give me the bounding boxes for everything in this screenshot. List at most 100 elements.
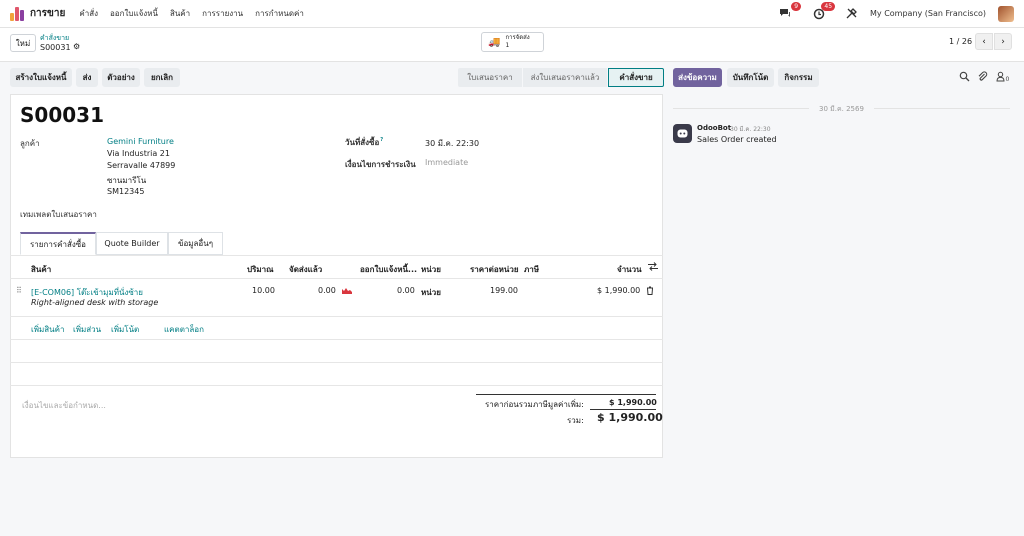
status-quotation[interactable]: ใบเสนอราคา — [458, 68, 522, 87]
menu-invoicing[interactable]: ออกใบแจ้งหนี้ — [110, 7, 158, 20]
status-sales-order[interactable]: คำสั่งขาย — [608, 68, 664, 87]
optional-columns-icon[interactable] — [648, 262, 658, 273]
customer-address-line-3: ซานมารีโน — [107, 176, 147, 185]
add-note-link[interactable]: เพิ่มโน้ต — [111, 323, 139, 336]
send-button[interactable]: ส่ง — [76, 68, 98, 87]
chatter-date-line-right — [874, 108, 1010, 109]
odoobot-avatar[interactable] — [673, 124, 692, 143]
top-navbar: การขาย คำสั่ง ออกใบแจ้งหนี้ สินค้า การรา… — [0, 0, 1024, 28]
add-product-link[interactable]: เพิ่มสินค้า — [31, 323, 64, 336]
col-quantity[interactable]: ปริมาณ — [247, 263, 274, 276]
menu-configuration[interactable]: การกำหนดค่า — [255, 7, 304, 20]
search-icon[interactable] — [959, 71, 970, 84]
line-uom[interactable]: หน่วย — [421, 286, 441, 299]
customer-link[interactable]: Gemini Furniture — [107, 137, 174, 146]
terms-input[interactable]: เงื่อนไขและข้อกำหนด... — [22, 399, 106, 412]
activities-badge: 45 — [821, 1, 836, 11]
messages-icon[interactable]: 9 — [778, 1, 802, 21]
customer-address-line-2: Serravalle 47899 — [107, 161, 176, 170]
breadcrumb-current: S00031 — [40, 43, 71, 52]
totals-divider — [590, 409, 656, 410]
payment-terms-field[interactable]: Immediate — [425, 158, 468, 167]
catalog-link[interactable]: แคตตาล็อก — [164, 323, 204, 336]
row-divider — [10, 316, 663, 317]
col-delivered[interactable]: จัดส่งแล้ว — [289, 263, 322, 276]
menu-reporting[interactable]: การรายงาน — [202, 7, 243, 20]
menu-products[interactable]: สินค้า — [170, 7, 190, 20]
delivery-smart-button[interactable]: 🚚 การจัดส่ง 1 — [481, 32, 544, 52]
messages-badge: 9 — [791, 1, 802, 11]
cancel-button[interactable]: ยกเลิก — [144, 68, 180, 87]
order-date-value[interactable]: 30 มี.ค. 22:30 — [425, 137, 479, 150]
col-amount[interactable]: จำนวน — [617, 263, 642, 276]
trash-icon[interactable] — [646, 286, 654, 297]
paperclip-icon[interactable] — [977, 71, 988, 84]
forecast-chart-icon[interactable] — [342, 287, 352, 296]
col-product[interactable]: สินค้า — [31, 263, 51, 276]
pager-previous-button[interactable]: ‹ — [975, 33, 993, 50]
payment-terms-label: เงื่อนไขการชำระเงิน — [345, 160, 416, 169]
totals-top-border — [476, 394, 656, 395]
untaxed-amount-value: $ 1,990.00 — [609, 398, 657, 407]
message-time: 30 มี.ค. 22:30 — [730, 126, 771, 133]
activities-icon[interactable]: 45 — [812, 1, 836, 21]
create-invoice-button[interactable]: สร้างใบแจ้งหนี้ — [10, 68, 72, 87]
sales-app-icon[interactable] — [10, 6, 24, 21]
untaxed-amount-label: ราคาก่อนรวมภาษีมูลค่าเพิ่ม: — [485, 400, 584, 409]
debug-tools-icon[interactable] — [844, 7, 858, 21]
line-quantity[interactable]: 10.00 — [252, 286, 275, 295]
tab-quote-builder[interactable]: Quote Builder — [96, 232, 168, 255]
pager-value[interactable]: 1 / 26 — [949, 37, 972, 46]
company-switcher[interactable]: My Company (San Francisco) — [870, 9, 986, 18]
customer-label: ลูกค้า — [20, 139, 40, 148]
quote-template-label: เทมเพลตใบเสนอราคา — [20, 210, 97, 219]
svg-text:0: 0 — [1006, 76, 1010, 82]
activity-button[interactable]: กิจกรรม — [778, 68, 819, 87]
delivery-count: 1 — [505, 42, 510, 49]
chatter-date-separator: 30 มี.ค. 2569 — [819, 105, 864, 113]
drag-handle-icon[interactable]: ⠿ — [16, 286, 22, 295]
line-description: Right-aligned desk with storage — [31, 298, 159, 307]
app-name[interactable]: การขาย — [30, 6, 65, 21]
col-uom[interactable]: หน่วย — [421, 263, 441, 276]
log-note-button[interactable]: บันทึกโน้ต — [727, 68, 774, 87]
user-avatar[interactable] — [998, 5, 1014, 22]
chatter-date-line-left — [673, 108, 809, 109]
line-delivered: 0.00 — [318, 286, 336, 295]
followers-icon[interactable]: 0 — [996, 71, 1010, 84]
order-date-label: วันที่สั่งซื้อ? — [345, 137, 384, 147]
tab-other-info[interactable]: ข้อมูลอื่นๆ — [168, 232, 223, 255]
preview-button[interactable]: ตัวอย่าง — [102, 68, 140, 87]
pager-next-button[interactable]: › — [994, 33, 1012, 50]
empty-row-divider-2 — [10, 362, 663, 363]
order-title: S00031 — [20, 103, 104, 127]
empty-row-divider-3 — [10, 385, 663, 386]
control-panel: ใหม่ คำสั่งขาย S00031 ⚙ 🚚 การจัดส่ง 1 1 … — [0, 28, 1024, 62]
total-label: รวม: — [567, 416, 584, 425]
customer-address-line-4: SM12345 — [107, 187, 145, 196]
table-row[interactable]: ⠿ [E-COM06] โต๊ะเข้ามุมที่นั่งซ้าย Right… — [10, 279, 663, 316]
customer-address-line-1: Via Industria 21 — [107, 149, 170, 158]
add-section-link[interactable]: เพิ่มส่วน — [73, 323, 101, 336]
status-quotation-sent[interactable]: ส่งใบเสนอราคาแล้ว — [523, 68, 607, 87]
help-icon[interactable]: ? — [380, 137, 383, 143]
col-invoiced[interactable]: ออกใบแจ้งหนี้... — [360, 263, 417, 276]
tab-order-lines[interactable]: รายการคำสั่งซื้อ — [20, 232, 96, 255]
gear-icon[interactable]: ⚙ — [73, 42, 80, 51]
message-body: Sales Order created — [697, 135, 777, 144]
tabs-divider — [10, 255, 663, 256]
total-value: $ 1,990.00 — [597, 411, 663, 424]
truck-icon: 🚚 — [488, 36, 501, 48]
send-message-button[interactable]: ส่งข้อความ — [673, 68, 722, 87]
chevron-left-icon: ‹ — [982, 36, 986, 47]
message-author[interactable]: OdooBot — [697, 124, 731, 132]
new-button[interactable]: ใหม่ — [10, 34, 36, 52]
line-amount: $ 1,990.00 — [597, 286, 641, 295]
chevron-right-icon: › — [1001, 36, 1005, 47]
menu-orders[interactable]: คำสั่ง — [79, 7, 98, 20]
col-taxes[interactable]: ภาษี — [524, 263, 539, 276]
line-unit-price[interactable]: 199.00 — [490, 286, 518, 295]
empty-row-divider-1 — [10, 339, 663, 340]
col-unit-price[interactable]: ราคาต่อหน่วย — [470, 263, 519, 276]
delivery-label: การจัดส่ง — [505, 34, 530, 41]
